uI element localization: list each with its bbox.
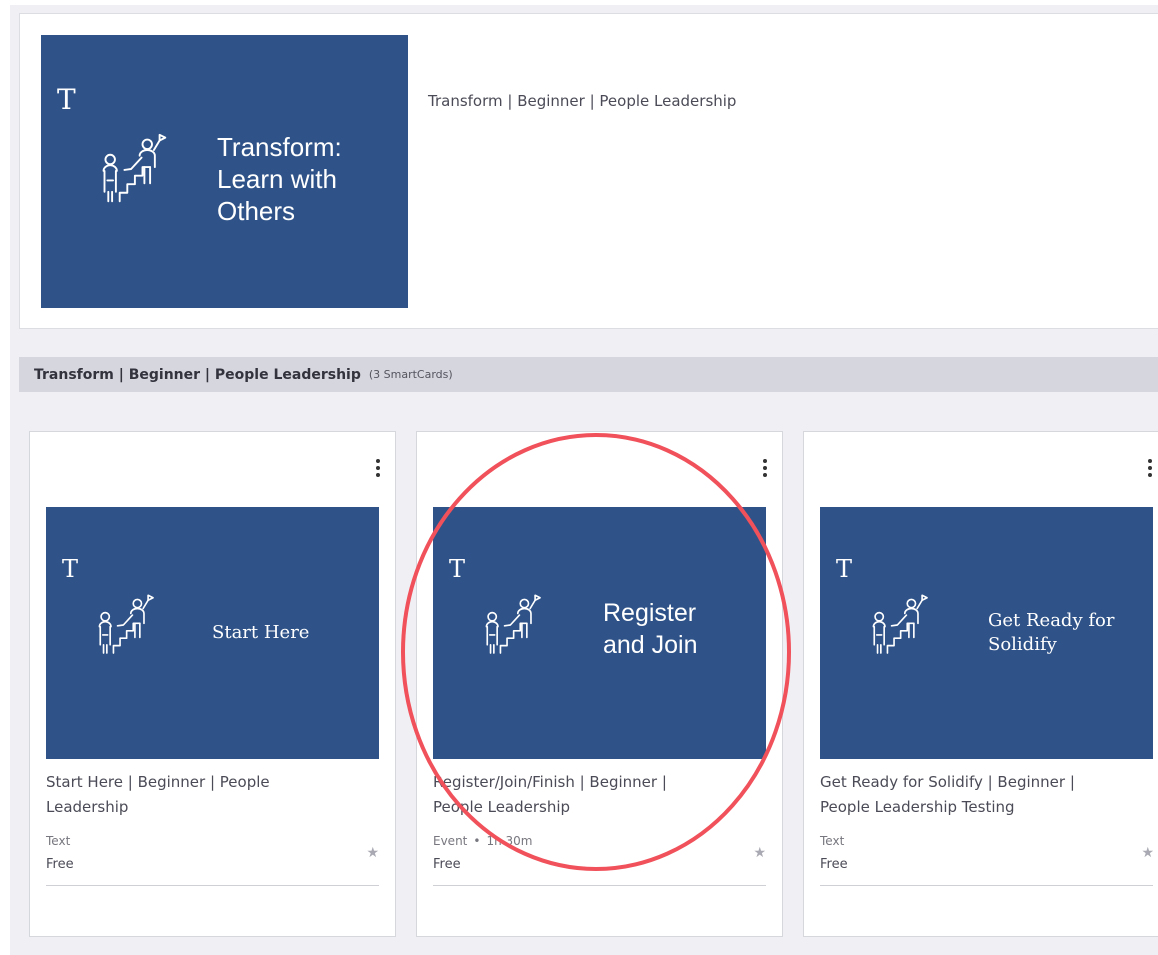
brand-letter: T: [449, 555, 466, 583]
kebab-menu-icon[interactable]: [370, 454, 386, 482]
card-divider: [433, 885, 766, 886]
hero-banner-title: Transform: Learn with Others: [217, 132, 342, 226]
star-icon[interactable]: ★: [366, 844, 379, 861]
separator-dot: •: [473, 834, 481, 848]
climbing-stairs-icon: [92, 592, 158, 658]
brand-letter: T: [62, 555, 79, 583]
climbing-stairs-icon: [866, 592, 932, 658]
card-price: Free: [433, 857, 461, 872]
section-header: Transform | Beginner | People Leadership…: [19, 357, 1158, 392]
card-price: Free: [820, 857, 848, 872]
hero-banner-image[interactable]: T Transform: Learn with Others: [41, 35, 408, 308]
card-duration: 1h 30m: [486, 834, 533, 848]
climbing-stairs-icon: [479, 592, 545, 658]
brand-letter: T: [836, 555, 853, 583]
card-type: Text: [820, 834, 845, 848]
section-count: (3 SmartCards): [368, 368, 453, 381]
card-banner-title: Register and Join: [603, 599, 698, 659]
card-type: Text: [46, 834, 71, 848]
section-title[interactable]: Transform | Beginner | People Leadership: [34, 367, 361, 383]
card-banner-title: Start Here: [212, 622, 310, 643]
card-divider: [46, 885, 379, 886]
card-title[interactable]: Start Here | Beginner | People Leadershi…: [46, 770, 346, 820]
card-price: Free: [46, 857, 74, 872]
smartcard[interactable]: T Get Ready for Solidify Get Ready for S…: [803, 431, 1158, 937]
kebab-menu-icon[interactable]: [757, 454, 773, 482]
card-type: Event • 1h 30m: [433, 834, 533, 848]
climbing-stairs-icon: [95, 131, 171, 207]
card-banner-image[interactable]: T Start Here: [46, 507, 379, 759]
channel-hero-card: T Transform: Learn with Others Transform…: [19, 13, 1158, 329]
card-title[interactable]: Get Ready for Solidify | Beginner | Peop…: [820, 770, 1120, 820]
card-banner-image[interactable]: T Get Ready for Solidify: [820, 507, 1153, 759]
smartcard[interactable]: T Register and Join Register/Join/Finish…: [416, 431, 783, 937]
card-banner-image[interactable]: T Register and Join: [433, 507, 766, 759]
card-title[interactable]: Register/Join/Finish | Beginner | People…: [433, 770, 733, 820]
brand-letter: T: [57, 83, 76, 116]
star-icon[interactable]: ★: [753, 844, 766, 861]
hero-description: Transform | Beginner | People Leadership: [428, 92, 737, 110]
kebab-menu-icon[interactable]: [1142, 454, 1158, 482]
card-banner-title: Get Ready for Solidify: [988, 610, 1115, 655]
card-divider: [820, 885, 1153, 886]
smartcard[interactable]: T Start Here Start Here | Beginner | Peo…: [29, 431, 396, 937]
star-icon[interactable]: ★: [1141, 844, 1154, 861]
